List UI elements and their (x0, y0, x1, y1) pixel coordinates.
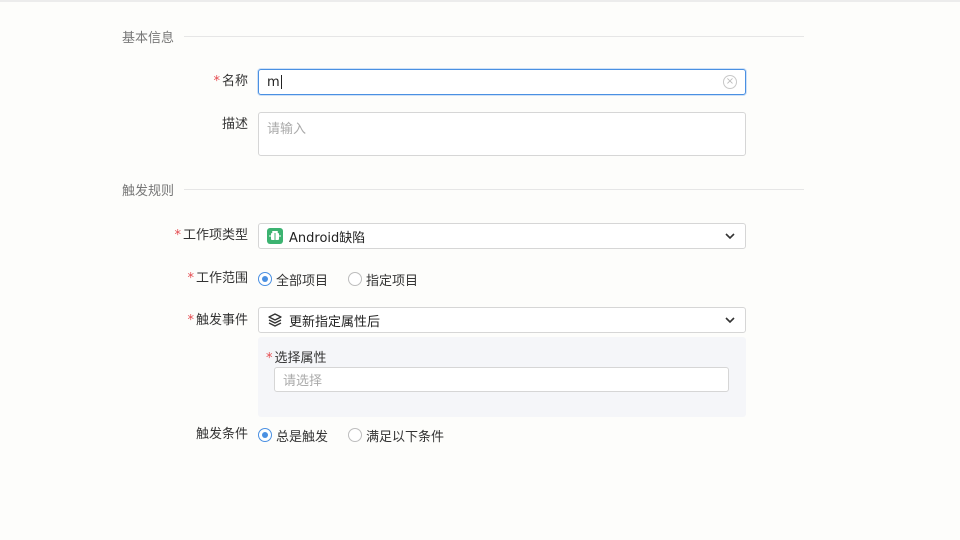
radio-button[interactable] (258, 428, 272, 442)
divider (184, 188, 804, 190)
text-caret (280, 75, 282, 89)
radio-label: 全部项目 (276, 273, 329, 289)
required-mark: * (187, 271, 194, 286)
trigger-event-select[interactable]: 更新指定属性后 (258, 307, 746, 333)
name-label: * 名称 (213, 74, 248, 90)
divider (184, 35, 804, 37)
android-bug-icon (267, 228, 283, 244)
description-label: 描述 (221, 117, 248, 132)
name-input[interactable]: m × (258, 69, 746, 95)
radio-option-conditions[interactable]: 满足以下条件 (348, 426, 444, 445)
top-border (0, 0, 960, 2)
radio-button[interactable] (258, 272, 272, 286)
radio-option-specified-projects[interactable]: 指定项目 (348, 270, 418, 289)
section-title: 基本信息 (122, 30, 175, 46)
clear-icon[interactable]: × (723, 75, 737, 89)
name-input-value: m (267, 74, 280, 90)
trigger-condition-radio-group: 总是触发 满足以下条件 (258, 426, 464, 445)
section-title: 触发规则 (122, 183, 175, 199)
required-mark: * (174, 228, 181, 243)
required-mark: * (187, 313, 194, 328)
select-attribute-label-text: 选择属性 (274, 351, 327, 366)
trigger-condition-label: 触发条件 (195, 427, 248, 442)
chevron-down-icon (725, 317, 735, 324)
select-attribute-label: * 选择属性 (266, 347, 327, 366)
layers-icon (268, 313, 282, 327)
select-attribute-input[interactable]: 请选择 (274, 367, 729, 392)
section-trigger-rules: 触发规则 (122, 181, 804, 199)
radio-option-all-projects[interactable]: 全部项目 (258, 270, 328, 289)
required-mark: * (266, 351, 273, 366)
section-basic-info: 基本信息 (122, 28, 804, 46)
radio-option-always[interactable]: 总是触发 (258, 426, 328, 445)
work-item-type-value: Android缺陷 (289, 230, 366, 246)
radio-button[interactable] (348, 428, 363, 442)
radio-label: 满足以下条件 (366, 429, 445, 445)
work-item-type-label-text: 工作项类型 (182, 228, 248, 243)
trigger-event-label-text: 触发事件 (195, 313, 248, 328)
trigger-event-value: 更新指定属性后 (289, 314, 381, 330)
attribute-subpanel: * 选择属性 请选择 (258, 337, 746, 417)
radio-label: 指定项目 (366, 273, 419, 289)
work-item-type-label: * 工作项类型 (174, 228, 248, 244)
description-textarea[interactable]: 请输入 (258, 112, 746, 156)
name-label-text: 名称 (221, 74, 248, 89)
work-item-type-select[interactable]: Android缺陷 (258, 223, 746, 249)
work-scope-label-text: 工作范围 (195, 271, 248, 286)
chevron-down-icon (725, 233, 735, 240)
work-scope-label: * 工作范围 (187, 271, 248, 287)
required-mark: * (213, 74, 220, 89)
work-scope-radio-group: 全部项目 指定项目 (258, 270, 438, 289)
radio-label: 总是触发 (276, 429, 329, 445)
trigger-event-label: * 触发事件 (187, 313, 248, 329)
radio-button[interactable] (348, 272, 363, 286)
